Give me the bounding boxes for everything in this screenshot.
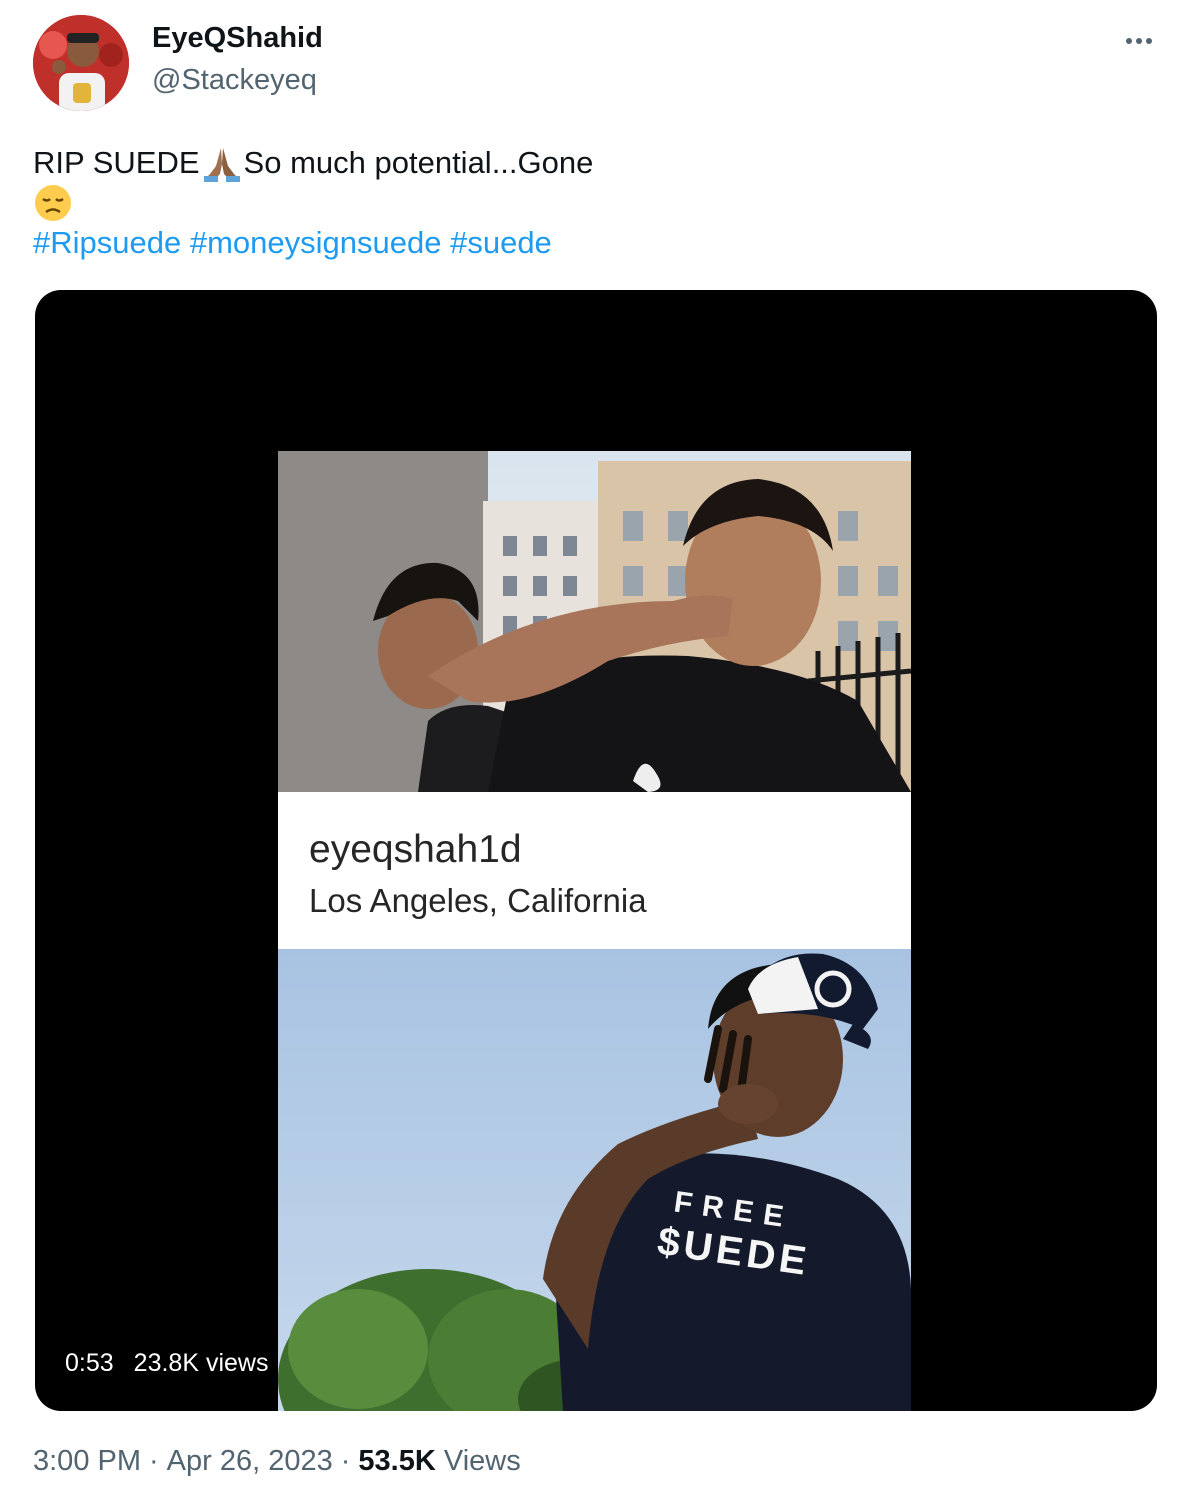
dot <box>1146 38 1152 44</box>
tweet-views-label: Views <box>443 1445 521 1477</box>
author-name[interactable]: EyeQShahid <box>152 22 323 55</box>
video-info-overlay: 0:53 23.8K views <box>57 1340 277 1386</box>
folded-hands-icon <box>203 148 240 182</box>
instagram-profile-card: eyeqshah1d Los Angeles, California <box>278 792 911 949</box>
video-duration: 0:53 <box>65 1348 114 1377</box>
tweet-text-part1: RIP SUEDE <box>33 145 200 180</box>
video-views: 23.8K views <box>133 1348 269 1377</box>
dot <box>1136 38 1142 44</box>
dot <box>1126 38 1132 44</box>
video-player[interactable]: eyeqshah1d Los Angeles, California FREE … <box>35 290 1157 1411</box>
photo-two-men-street <box>278 451 911 792</box>
top-photo <box>278 451 911 792</box>
hashtags: #Ripsuede #moneysignsuede #suede <box>33 223 593 263</box>
embedded-username: eyeqshah1d <box>309 828 522 871</box>
hashtag-ripsuede[interactable]: #Ripsuede <box>33 223 181 263</box>
tweet-date[interactable]: Apr 26, 2023 <box>167 1445 333 1478</box>
bottom-photo: FREE $UEDE <box>278 949 911 1411</box>
photo-man-free-suede-shirt: FREE $UEDE <box>278 949 911 1411</box>
tweet-views-count: 53.5K <box>358 1445 436 1477</box>
hashtag-suede[interactable]: #suede <box>450 223 552 263</box>
separator-dot: · <box>340 1445 351 1477</box>
disappointed-face-icon <box>35 185 71 221</box>
author-handle[interactable]: @Stackeyeq <box>152 64 317 97</box>
tweet-time[interactable]: 3:00 PM <box>33 1445 141 1478</box>
hashtag-moneysignsuede[interactable]: #moneysignsuede <box>190 223 442 263</box>
separator-dot: · <box>149 1445 159 1477</box>
tweet-meta: 3:00 PM · Apr 26, 2023 · 53.5K Views <box>33 1445 521 1478</box>
profile-avatar[interactable] <box>33 15 129 111</box>
more-options-icon[interactable] <box>1119 26 1159 56</box>
tweet-text: RIP SUEDE So much potential...Gone #Rips… <box>33 143 593 263</box>
avatar-image <box>33 15 129 111</box>
embedded-location: Los Angeles, California <box>309 882 647 919</box>
video-frame[interactable]: eyeqshah1d Los Angeles, California FREE … <box>278 290 911 1411</box>
tweet-text-part2: So much potential...Gone <box>243 145 594 180</box>
